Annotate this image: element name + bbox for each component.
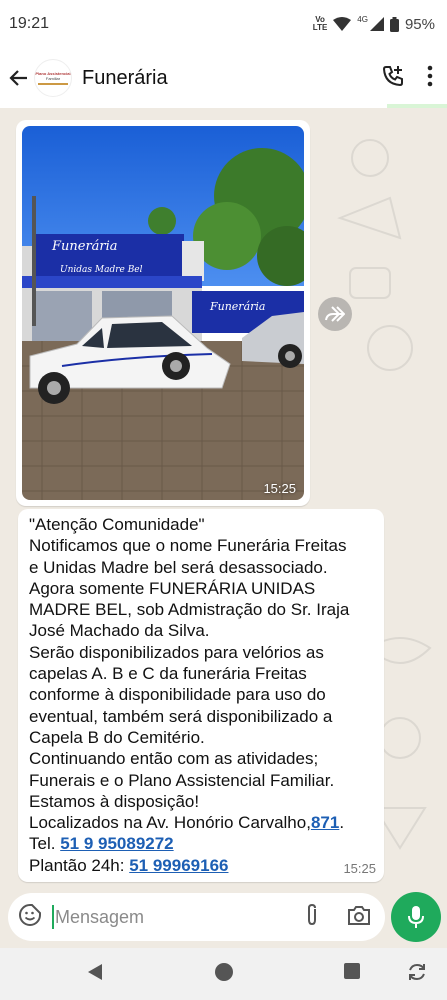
battery-icon: [389, 16, 399, 32]
sign-subtitle: Unidas Madre Bel: [60, 265, 143, 275]
text-message-bubble[interactable]: "Atenção Comunidade" Notificamos que o n…: [18, 509, 384, 882]
image-timestamp: 15:25: [263, 481, 296, 496]
message-line: conforme à disponibilidade para uso do: [29, 685, 326, 705]
message-input-bar: Mensagem: [8, 893, 385, 941]
rotate-button[interactable]: [406, 962, 428, 987]
message-line: MADRE BEL, sob Admistração do Sr. Iraja: [29, 600, 350, 620]
message-line: Estamos à disposição!: [29, 791, 200, 811]
phone-label: Tel.: [29, 834, 61, 854]
phone-line: Tel. 51 9 95089272: [29, 833, 374, 854]
sign-title: Funerária: [51, 239, 118, 254]
message-line: eventual, também será disponibilizado a: [29, 706, 333, 726]
nav-recents-button[interactable]: [343, 962, 361, 985]
address-line: Localizados na Av. Honório Carvalho,871.: [29, 812, 374, 833]
input-placeholder: Mensagem: [55, 906, 145, 927]
photo-illustration: Funerária Unidas Madre Bel Funerária: [22, 126, 304, 500]
square-recents-icon: [344, 963, 360, 979]
message-line: Agora somente FUNERÁRIA UNIDAS: [29, 578, 316, 598]
contact-avatar[interactable]: Plano Assistencial Familiar: [34, 59, 72, 97]
volte-indicator: Vo LTE: [313, 16, 328, 32]
battery-percent: 95%: [404, 15, 435, 33]
funeral-home-photo[interactable]: Funerária Unidas Madre Bel Funerária 15:…: [22, 126, 304, 500]
image-message-bubble[interactable]: Funerária Unidas Madre Bel Funerária 15:…: [16, 120, 310, 506]
wifi-icon: [333, 17, 352, 31]
lte-label: LTE: [312, 23, 328, 32]
voice-record-button[interactable]: [391, 892, 441, 942]
add-call-button[interactable]: [381, 64, 405, 93]
microphone-icon: [408, 906, 424, 928]
message-line: Continuando então com as atividades;: [29, 749, 319, 769]
more-vertical-icon: [427, 65, 433, 86]
menu-button[interactable]: [427, 65, 433, 92]
nav-home-button[interactable]: [214, 962, 234, 987]
chat-header: Plano Assistencial Familiar Funerária: [0, 48, 447, 108]
sticker-icon: [19, 903, 41, 926]
message-line: capelas A. B e C da funerária Freitas: [29, 664, 307, 684]
sign-secondary: Funerária: [209, 300, 265, 313]
nav-back-button[interactable]: [86, 962, 104, 987]
status-bar: 19:21 Vo LTE 4G 95%: [0, 0, 447, 48]
message-line: Serão disponibilizados para velórios as: [29, 642, 324, 662]
forward-button[interactable]: [318, 297, 352, 331]
contact-name[interactable]: Funerária: [82, 67, 168, 90]
address-suffix: .: [339, 813, 345, 833]
system-nav-bar: [0, 948, 447, 1000]
avatar-decoration: [38, 83, 68, 85]
message-line: Funerais e o Plano Assistencial Familiar…: [29, 770, 335, 790]
forward-icon: [325, 306, 345, 322]
attach-button[interactable]: [305, 903, 319, 932]
message-line: Notificamos que o nome Funerária Freitas: [29, 536, 347, 556]
text-caret: [52, 905, 54, 929]
message-line: "Atenção Comunidade": [29, 515, 205, 534]
message-line: Capela B do Cemitério.: [29, 727, 205, 747]
plantao-number-link[interactable]: 51 99969166: [129, 856, 228, 875]
camera-icon: [348, 905, 370, 925]
arrow-left-icon: [9, 70, 27, 86]
back-button[interactable]: [0, 58, 38, 98]
emoji-button[interactable]: [18, 903, 42, 932]
circle-home-icon: [215, 963, 233, 981]
plantao-line: Plantão 24h: 51 99969166: [29, 855, 374, 876]
phone-plus-icon: [382, 65, 403, 86]
rotate-icon: [409, 963, 425, 981]
address-text: Localizados na Av. Honório Carvalho,: [29, 813, 311, 833]
network-type-label: 4G: [357, 14, 368, 24]
triangle-back-icon: [88, 964, 102, 980]
message-timestamp: 15:25: [343, 861, 376, 876]
phone-number-link[interactable]: 51 9 95089272: [60, 834, 173, 853]
address-number-link[interactable]: 871: [311, 813, 339, 832]
doodle-pattern-icon: [337, 139, 413, 371]
message-input[interactable]: Mensagem: [52, 905, 144, 929]
plantao-label: Plantão 24h:: [29, 855, 130, 875]
status-time: 19:21: [9, 15, 50, 32]
status-icons: Vo LTE 4G 95%: [313, 14, 435, 33]
header-actions: [381, 64, 433, 93]
signal-icon: [369, 17, 384, 31]
message-line: José Machado da Silva.: [29, 621, 210, 641]
paperclip-icon: [308, 903, 316, 925]
input-actions: [305, 903, 371, 932]
camera-button[interactable]: [347, 904, 371, 931]
avatar-text-2: Familiar: [45, 76, 61, 81]
message-line: e Unidas Madre bel será desassociado.: [29, 557, 328, 577]
